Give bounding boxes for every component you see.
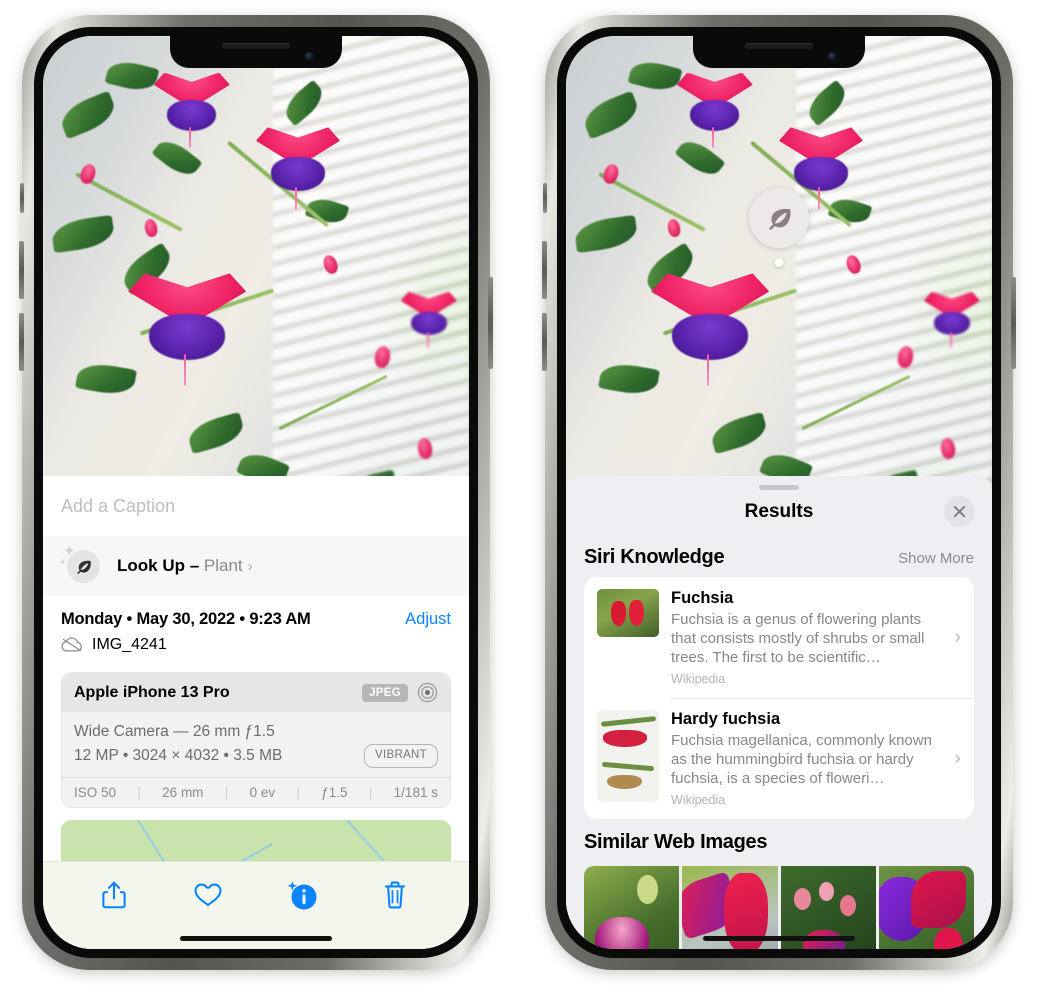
camera-info-card[interactable]: Apple iPhone 13 Pro JPEG Wide Camera — 2…	[61, 672, 451, 809]
exif-divider: |	[224, 785, 229, 801]
result-text: Fuchsia Fuchsia is a genus of flowering …	[671, 589, 939, 686]
iphone-right-device: Results Siri Knowledge Show More Fuchsia…	[542, 15, 1016, 970]
volume-down-button[interactable]	[542, 313, 547, 371]
photo-info-sheet: Add a Caption ✦ ✦ Look Up – Plant › Mond…	[43, 476, 469, 949]
datetime-row: Monday • May 30, 2022 • 9:23 AM Adjust	[61, 610, 451, 629]
exif-aperture: ƒ1.5	[321, 785, 348, 801]
results-title: Results	[744, 501, 814, 522]
result-source: Wikipedia	[671, 672, 726, 687]
camera-card-body: Wide Camera — 26 mm ƒ1.5 12 MP • 3024 × …	[62, 712, 450, 777]
knowledge-result-row[interactable]: Fuchsia Fuchsia is a genus of flowering …	[584, 577, 974, 698]
exif-divider: |	[296, 785, 300, 801]
siri-knowledge-title: Siri Knowledge	[584, 546, 725, 568]
power-button[interactable]	[1011, 277, 1016, 369]
chevron-right-icon: ›	[954, 747, 961, 769]
result-snippet: Fuchsia is a genus of flowering plants t…	[671, 611, 925, 667]
camera-specs-line: 12 MP • 3024 × 4032 • 3.5 MB	[74, 747, 283, 765]
caption-input-row[interactable]: Add a Caption	[43, 476, 469, 536]
front-camera	[828, 52, 837, 61]
volume-down-button[interactable]	[19, 313, 24, 371]
device-notch	[170, 36, 342, 68]
chevron-right-icon: ›	[247, 557, 253, 575]
result-text: Hardy fuchsia Fuchsia magellanica, commo…	[671, 710, 939, 807]
iphone-left-device: Add a Caption ✦ ✦ Look Up – Plant › Mond…	[19, 15, 493, 970]
web-image-thumb[interactable]	[584, 866, 680, 949]
results-sheet: Results Siri Knowledge Show More Fuchsia…	[566, 476, 992, 949]
photo-datetime: Monday • May 30, 2022 • 9:23 AM	[61, 610, 311, 628]
exif-row: ISO 50 | 26 mm | 0 ev | ƒ1.5 | 1/181 s	[62, 777, 450, 807]
camera-specs-row: 12 MP • 3024 × 4032 • 3.5 MB VIBRANT	[74, 744, 438, 768]
visual-look-up-badge[interactable]	[749, 188, 809, 248]
result-thumbnail	[597, 710, 659, 803]
device-bezel: Results Siri Knowledge Show More Fuchsia…	[557, 27, 1001, 958]
result-thumbnail	[597, 589, 659, 637]
look-up-label: Look Up – Plant	[117, 556, 243, 576]
result-title: Hardy fuchsia	[671, 710, 781, 729]
trash-icon[interactable]	[382, 880, 412, 910]
visual-look-up-screen: Results Siri Knowledge Show More Fuchsia…	[566, 36, 992, 949]
exif-iso: ISO 50	[74, 785, 117, 801]
home-indicator[interactable]	[180, 936, 332, 941]
look-up-title: Look Up –	[117, 556, 200, 575]
camera-model: Apple iPhone 13 Pro	[74, 683, 230, 701]
camera-lens-line: Wide Camera — 26 mm ƒ1.5	[74, 723, 275, 740]
camera-header-badges: JPEG	[362, 682, 438, 703]
leaf-icon	[67, 550, 100, 583]
format-badge: JPEG	[362, 683, 408, 702]
result-snippet: Fuchsia magellanica, commonly known as t…	[671, 732, 932, 788]
chevron-right-icon: ›	[954, 626, 961, 648]
filename-row: IMG_4241	[61, 636, 451, 654]
siri-knowledge-header: Siri Knowledge Show More	[566, 534, 992, 577]
exif-exposure: 0 ev	[249, 785, 276, 801]
earpiece-speaker	[222, 43, 290, 49]
device-bezel: Add a Caption ✦ ✦ Look Up – Plant › Mond…	[34, 27, 478, 958]
info-sparkle-icon[interactable]	[285, 878, 319, 912]
home-indicator[interactable]	[703, 936, 855, 941]
knowledge-result-row[interactable]: Hardy fuchsia Fuchsia magellanica, commo…	[584, 698, 974, 819]
close-icon[interactable]	[944, 496, 975, 527]
caption-placeholder: Add a Caption	[61, 495, 176, 516]
exif-shutter: 1/181 s	[393, 785, 438, 801]
web-image-thumb[interactable]	[878, 866, 974, 949]
front-camera	[305, 52, 314, 61]
siri-knowledge-card: Fuchsia Fuchsia is a genus of flowering …	[584, 577, 974, 820]
exif-divider: |	[137, 785, 141, 801]
result-source: Wikipedia	[671, 793, 726, 808]
device-notch	[693, 36, 865, 68]
look-up-row[interactable]: ✦ ✦ Look Up – Plant ›	[43, 536, 469, 596]
share-icon[interactable]	[100, 880, 130, 910]
similar-web-images-header: Similar Web Images	[566, 819, 992, 862]
photo-filename: IMG_4241	[92, 636, 167, 653]
adjust-button[interactable]: Adjust	[405, 610, 451, 629]
look-up-subject: Plant	[203, 556, 243, 575]
volume-up-button[interactable]	[19, 241, 24, 299]
result-title: Fuchsia	[671, 589, 734, 607]
camera-card-header: Apple iPhone 13 Pro JPEG	[62, 673, 450, 712]
sparkle-icon-small: ✦	[59, 557, 67, 567]
metadata-block: Monday • May 30, 2022 • 9:23 AM Adjust I…	[43, 596, 469, 662]
exif-divider: |	[368, 785, 373, 801]
power-button[interactable]	[488, 277, 493, 369]
visual-look-up-anchor-dot	[774, 258, 784, 267]
icloud-slash-icon	[61, 637, 83, 653]
photos-detail-screen: Add a Caption ✦ ✦ Look Up – Plant › Mond…	[43, 36, 469, 949]
photographic-style-badge: VIBRANT	[364, 744, 438, 768]
volume-up-button[interactable]	[542, 241, 547, 299]
heart-icon[interactable]	[193, 880, 223, 910]
mute-switch[interactable]	[543, 183, 547, 213]
mute-switch[interactable]	[20, 183, 24, 213]
aperture-icon	[417, 682, 438, 703]
earpiece-speaker	[745, 43, 813, 49]
results-header: Results	[566, 490, 992, 534]
look-up-icon-wrap: ✦ ✦	[59, 544, 101, 586]
similar-web-images-title: Similar Web Images	[584, 831, 768, 854]
exif-focal: 26 mm	[162, 785, 204, 801]
show-more-button[interactable]: Show More	[898, 550, 974, 567]
